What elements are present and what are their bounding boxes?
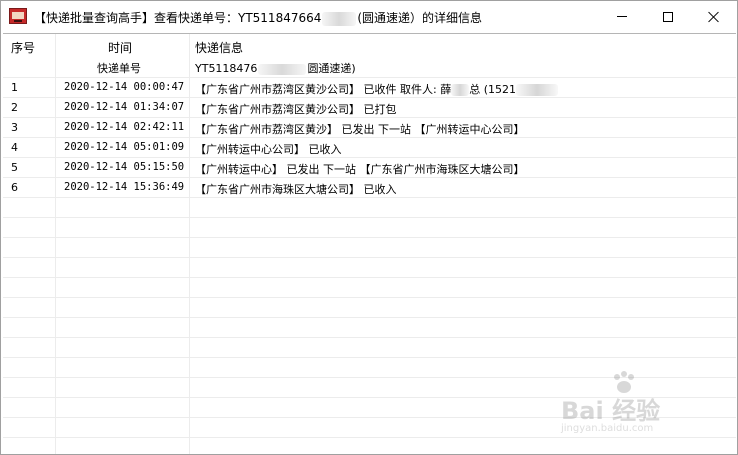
row-divider	[3, 277, 736, 278]
row-divider	[3, 97, 736, 98]
close-button[interactable]	[691, 1, 737, 32]
watermark-url: jingyan.baidu.com	[561, 423, 654, 434]
row-divider	[3, 197, 736, 198]
redacted-mask	[258, 63, 307, 75]
row-divider	[3, 77, 736, 78]
row-4-no[interactable]: 4	[11, 141, 18, 154]
row-1-info-text: 【广东省广州市荔湾区黄沙公司】 已收件 取件人: 薛	[195, 83, 452, 96]
row-divider	[3, 117, 736, 118]
row-divider	[3, 137, 736, 138]
window-title-right: (圆通速递）的详细信息	[357, 11, 483, 25]
minimize-button[interactable]	[599, 1, 645, 32]
row-divider	[3, 217, 736, 218]
baidu-watermark: Bai 经验 jingyan.baidu.com	[561, 371, 711, 441]
row-6-time[interactable]: 2020-12-14 15:36:49	[64, 181, 184, 193]
minimize-icon	[617, 16, 627, 17]
row-divider	[3, 297, 736, 298]
maximize-icon	[663, 11, 673, 22]
row-2-info[interactable]: 【广东省广州市荔湾区黄沙公司】 已打包	[195, 101, 397, 117]
row-5-info[interactable]: 【广州转运中心】 已发出 下一站 【广东省广州市海珠区大塘公司】	[195, 161, 525, 177]
redacted-mask	[451, 84, 470, 96]
app-window: 【快递批量查询高手】查看快递单号：YT511847664 (圆通速递）的详细信息 …	[0, 0, 738, 455]
tracking-number-left: YT5118476	[195, 62, 258, 75]
tracking-number: YT5118476 圆通速递)	[195, 60, 356, 76]
row-1-no[interactable]: 1	[11, 81, 18, 94]
title-bar[interactable]: 【快递批量查询高手】查看快递单号：YT511847664 (圆通速递）的详细信息	[1, 1, 737, 32]
row-1-time[interactable]: 2020-12-14 00:00:47	[64, 81, 184, 93]
row-divider	[3, 157, 736, 158]
row-2-no[interactable]: 2	[11, 101, 18, 114]
header-time[interactable]: 时间	[108, 39, 132, 56]
row-4-info[interactable]: 【广州转运中心公司】 已收入	[195, 141, 342, 157]
row-5-time[interactable]: 2020-12-14 05:15:50	[64, 161, 184, 173]
row-6-no[interactable]: 6	[11, 181, 18, 194]
window-title: 【快递批量查询高手】查看快递单号：YT511847664 (圆通速递）的详细信息	[34, 9, 482, 26]
app-logo-icon	[9, 8, 27, 24]
row-2-time[interactable]: 2020-12-14 01:34:07	[64, 101, 184, 113]
maximize-button[interactable]	[645, 1, 691, 32]
row-4-time[interactable]: 2020-12-14 05:01:09	[64, 141, 184, 153]
row-3-time[interactable]: 2020-12-14 02:42:11	[64, 121, 184, 133]
header-no[interactable]: 序号	[11, 39, 35, 56]
row-1-info[interactable]: 【广东省广州市荔湾区黄沙公司】 已收件 取件人: 薛 总 (1521	[195, 81, 558, 97]
row-5-no[interactable]: 5	[11, 161, 18, 174]
row-divider	[3, 257, 736, 258]
tracking-number-right: 圆通速递)	[307, 62, 356, 75]
row-6-info[interactable]: 【广东省广州市海珠区大塘公司】 已收入	[195, 181, 397, 197]
row-divider	[3, 317, 736, 318]
watermark-brand: Bai 经验	[561, 397, 661, 425]
redacted-mask	[322, 11, 357, 26]
row-divider	[3, 177, 736, 178]
row-divider	[3, 337, 736, 338]
close-icon	[708, 11, 720, 23]
window-title-left: 【快递批量查询高手】查看快递单号：YT511847664	[34, 11, 322, 25]
row-3-info[interactable]: 【广东省广州市荔湾区黄沙】 已发出 下一站 【广州转运中心公司】	[195, 121, 525, 137]
redacted-mask	[516, 84, 558, 96]
row-divider	[3, 357, 736, 358]
row-divider	[3, 237, 736, 238]
row-1-info-tail: 总 (1521	[469, 83, 516, 96]
row-3-no[interactable]: 3	[11, 121, 18, 134]
header-info[interactable]: 快递信息	[195, 39, 243, 56]
tracking-label: 快递单号	[97, 62, 141, 75]
